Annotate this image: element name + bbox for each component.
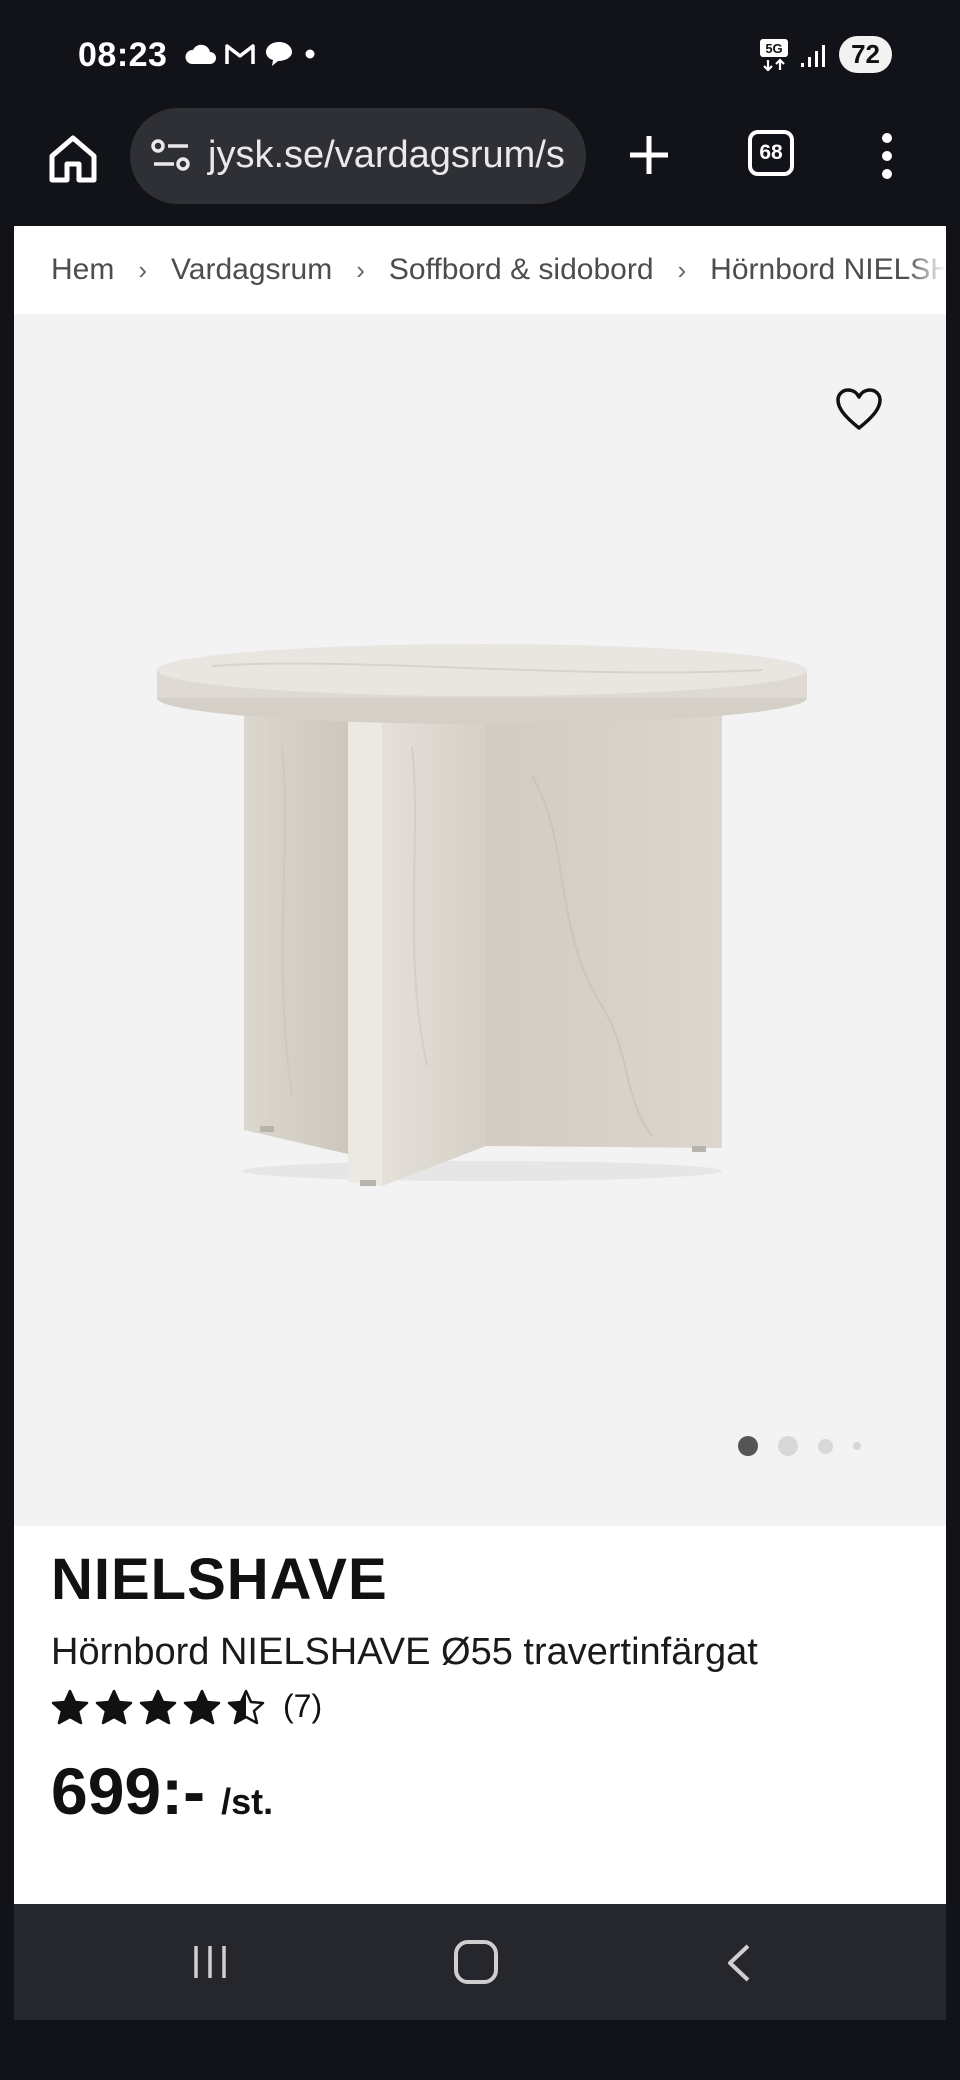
- gmail-icon: [225, 44, 255, 64]
- tab-switcher-button[interactable]: 68: [748, 130, 794, 176]
- price-unit: /st.: [221, 1781, 274, 1822]
- system-icons: 5G 72: [759, 36, 892, 73]
- breadcrumb-fade: [906, 226, 946, 314]
- system-nav-bar: [14, 1904, 946, 2020]
- product-price: 699:-: [51, 1754, 206, 1828]
- web-page: Hem › Vardagsrum › Soffbord & sidobord ›…: [14, 226, 946, 1904]
- breadcrumb-item-vardagsrum[interactable]: Vardagsrum: [171, 253, 332, 287]
- breadcrumb-item-soffbord[interactable]: Soffbord & sidobord: [389, 253, 654, 287]
- status-time: 08:23: [78, 36, 168, 74]
- 5g-icon: 5G: [760, 38, 789, 72]
- svg-text:5G: 5G: [765, 41, 782, 56]
- star-half-icon: [227, 1689, 265, 1724]
- product-info: NIELSHAVE Hörnbord NIELSHAVE Ø55 travert…: [51, 1546, 931, 1829]
- breadcrumb-item-home[interactable]: Hem: [51, 253, 114, 287]
- site-settings-icon[interactable]: [150, 138, 192, 174]
- carousel-dot-active[interactable]: [738, 1436, 758, 1456]
- price-row: 699:- /st.: [51, 1753, 931, 1829]
- carousel-dots: [738, 1436, 861, 1456]
- carousel-dot[interactable]: [818, 1438, 833, 1454]
- dot-icon: [305, 49, 315, 59]
- battery-indicator: 72: [839, 36, 892, 73]
- plus-icon[interactable]: [626, 132, 672, 178]
- heart-outline-icon[interactable]: [834, 386, 884, 432]
- home-nav-icon[interactable]: [454, 1940, 498, 1984]
- star-filled-icon: [183, 1689, 221, 1724]
- address-bar[interactable]: jysk.se/vardagsrum/s: [130, 108, 586, 204]
- chevron-right-icon: ›: [677, 254, 687, 285]
- breadcrumb: Hem › Vardagsrum › Soffbord & sidobord ›…: [14, 226, 946, 314]
- chat-bubble-icon: [266, 42, 292, 66]
- star-filled-icon: [95, 1689, 133, 1724]
- product-brand: NIELSHAVE: [51, 1547, 388, 1612]
- recents-icon[interactable]: [190, 1942, 230, 1982]
- product-gallery[interactable]: [14, 314, 946, 1526]
- product-image[interactable]: [152, 626, 812, 1186]
- cloud-icon: [185, 44, 216, 64]
- carousel-dot[interactable]: [778, 1436, 798, 1456]
- chevron-right-icon: ›: [356, 254, 365, 285]
- more-vert-icon[interactable]: [870, 130, 904, 182]
- star-filled-icon: [51, 1689, 89, 1724]
- status-bar: 08:23 5G 72: [0, 0, 960, 110]
- notification-icons: [184, 40, 318, 68]
- home-icon[interactable]: [46, 132, 100, 186]
- carousel-dot[interactable]: [853, 1442, 861, 1450]
- product-name: Hörnbord NIELSHAVE Ø55 travertinfärgat: [51, 1631, 758, 1673]
- chevron-right-icon: ›: [138, 254, 148, 285]
- product-rating[interactable]: (7): [51, 1688, 931, 1725]
- star-filled-icon: [139, 1689, 177, 1724]
- rating-stars[interactable]: [51, 1689, 265, 1725]
- signal-icon: [801, 44, 826, 67]
- url-text[interactable]: jysk.se/vardagsrum/s: [208, 134, 565, 177]
- back-icon[interactable]: [724, 1942, 754, 1984]
- browser-toolbar: jysk.se/vardagsrum/s 68: [0, 108, 960, 224]
- review-count[interactable]: (7): [283, 1688, 322, 1725]
